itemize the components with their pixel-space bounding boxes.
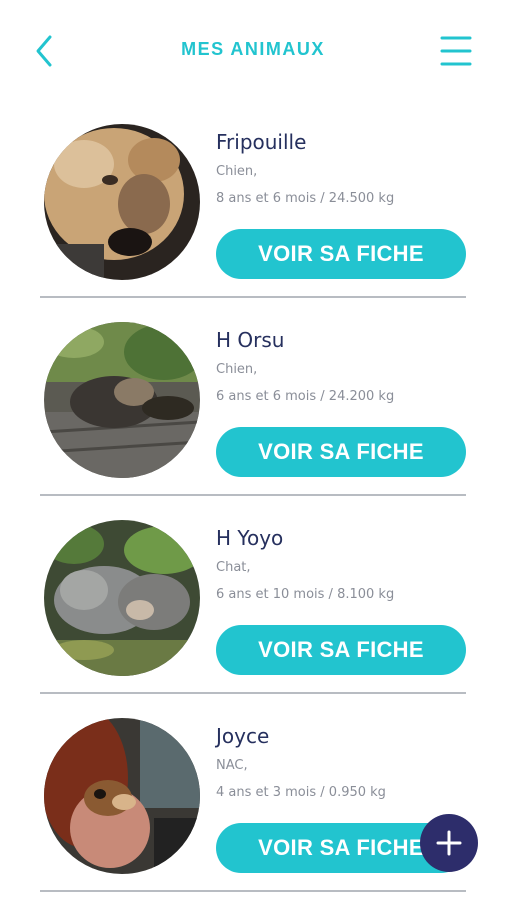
page-title: MES ANIMAUX [181,39,325,59]
animal-species: Chien, [216,164,258,179]
animal-age-weight: 8 ans et 6 mois / 24.500 kg [216,191,395,206]
hamburger-menu-icon [440,36,472,66]
animal-name: Joyce [216,724,270,748]
animal-photo [44,718,200,874]
pet-photo-image [44,718,200,874]
animal-card: Fripouille Chien, 8 ans et 6 mois / 24.5… [0,100,506,298]
animal-age-weight: 6 ans et 10 mois / 8.100 kg [216,587,395,602]
divider [40,890,466,892]
animal-name: H Orsu [216,328,285,352]
animal-name: H Yoyo [216,526,284,550]
dog-photo-image [44,322,200,478]
animal-species: Chat, [216,560,251,575]
animal-age-weight: 6 ans et 6 mois / 24.200 kg [216,389,395,404]
animal-photo [44,520,200,676]
animal-species: Chien, [216,362,258,377]
animal-species: NAC, [216,758,248,773]
animal-photo [44,124,200,280]
menu-button[interactable] [438,34,474,68]
view-profile-button[interactable]: VOIR SA FICHE [216,625,466,675]
animal-photo [44,322,200,478]
view-profile-button[interactable]: VOIR SA FICHE [216,427,466,477]
animal-name: Fripouille [216,130,307,154]
plus-icon [436,830,462,856]
animal-card: H Yoyo Chat, 6 ans et 10 mois / 8.100 kg… [0,496,506,694]
dog-photo-image [44,124,200,280]
app-header: MES ANIMAUX [0,0,506,100]
cat-photo-image [44,520,200,676]
animal-card: H Orsu Chien, 6 ans et 6 mois / 24.200 k… [0,298,506,496]
view-profile-button[interactable]: VOIR SA FICHE [216,229,466,279]
animal-age-weight: 4 ans et 3 mois / 0.950 kg [216,785,386,800]
add-animal-button[interactable] [420,814,478,872]
